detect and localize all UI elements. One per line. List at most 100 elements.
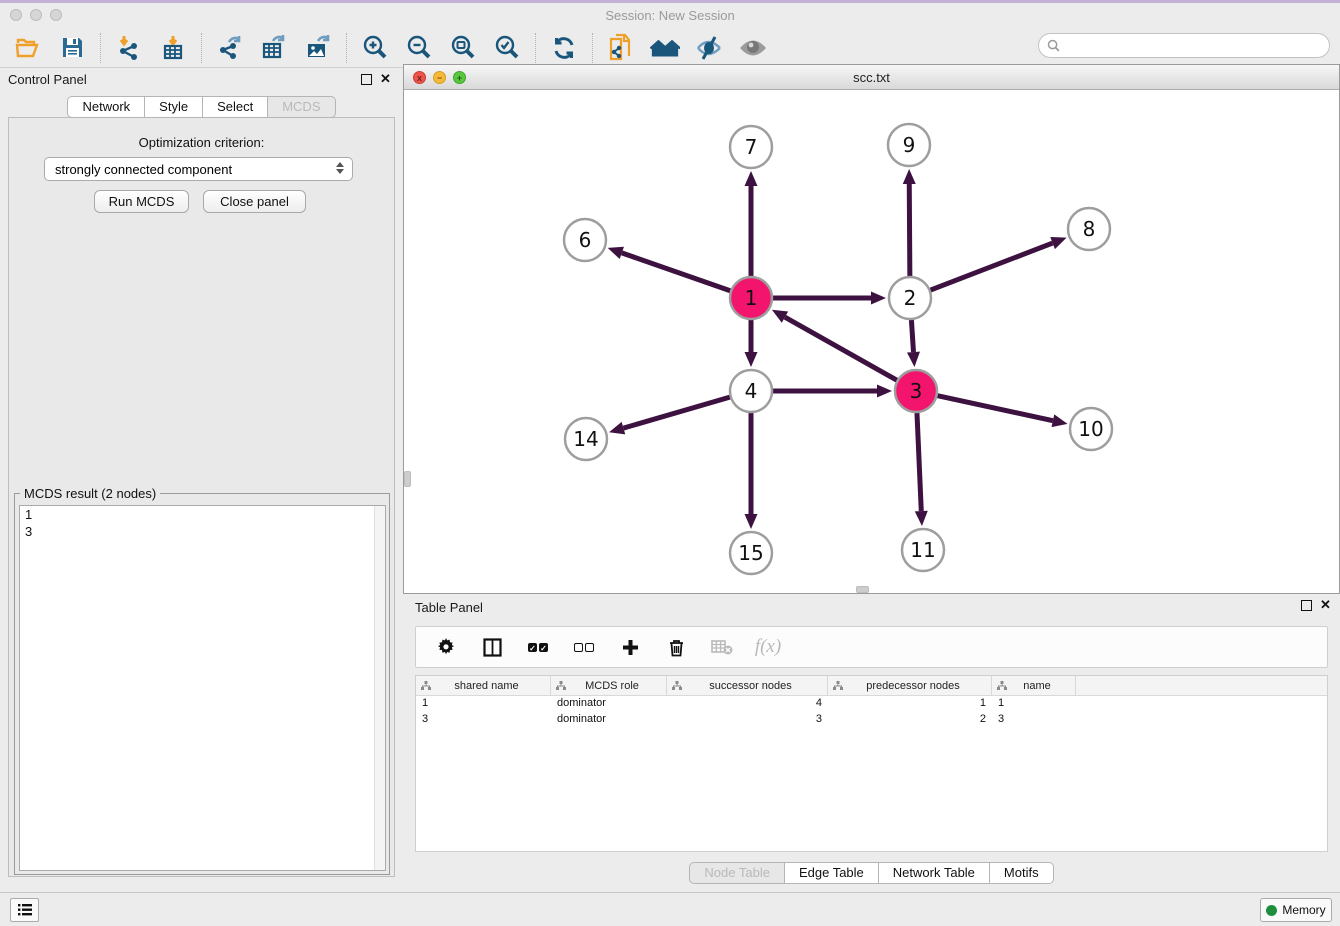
columns-icon: [483, 638, 502, 657]
graph-edge-2-3[interactable]: [911, 320, 913, 352]
unselect-all-columns-button[interactable]: [572, 635, 596, 659]
graph-edge-2-8[interactable]: [931, 243, 1053, 290]
open-session-button[interactable]: [13, 33, 43, 63]
graph-edge-3-1[interactable]: [785, 317, 897, 380]
zoom-selected-button[interactable]: [492, 33, 522, 63]
table-panel-tabs: Node TableEdge TableNetwork TableMotifs: [403, 862, 1340, 884]
column-header-shared-name[interactable]: shared name: [416, 676, 551, 695]
column-header-successor-nodes[interactable]: successor nodes: [667, 676, 828, 695]
memory-button[interactable]: Memory: [1260, 898, 1332, 922]
graph-node-label: 8: [1083, 217, 1096, 241]
save-session-button[interactable]: [57, 33, 87, 63]
column-type-icon: [556, 681, 566, 690]
table-cell[interactable]: 3: [667, 712, 828, 728]
show-graphics-button[interactable]: [738, 33, 768, 63]
import-table-button[interactable]: [158, 33, 188, 63]
column-header-name[interactable]: name: [992, 676, 1076, 695]
show-task-history-button[interactable]: [10, 898, 39, 922]
float-table-panel-button[interactable]: [1301, 600, 1312, 611]
tab-select[interactable]: Select: [203, 96, 268, 118]
graph-edge-1-6[interactable]: [622, 253, 730, 291]
tab-network[interactable]: Network: [67, 96, 145, 118]
table-cell[interactable]: 3: [992, 712, 1076, 728]
eye-icon: [738, 36, 768, 60]
column-type-icon: [997, 681, 1007, 690]
arrowhead-icon: [1052, 414, 1068, 427]
graph-edge-3-11[interactable]: [917, 413, 921, 511]
column-header-MCDS-role[interactable]: MCDS role: [551, 676, 667, 695]
mcds-result-line: 3: [20, 523, 385, 540]
table-cell[interactable]: 2: [828, 712, 992, 728]
show-column-panel-button[interactable]: [480, 635, 504, 659]
refresh-icon: [551, 35, 577, 61]
mcds-result-list[interactable]: 13: [19, 505, 386, 871]
tab-node-table[interactable]: Node Table: [689, 862, 785, 884]
table-row[interactable]: 3dominator323: [416, 712, 1327, 728]
table-cell[interactable]: dominator: [551, 712, 667, 728]
arrowhead-icon: [871, 292, 886, 305]
graph-node-label: 2: [904, 286, 917, 310]
graph-edge-2-9[interactable]: [909, 184, 910, 276]
table-cell[interactable]: 1: [992, 696, 1076, 712]
network-window-title: scc.txt: [404, 70, 1339, 85]
graph-edge-4-14[interactable]: [623, 397, 729, 428]
zoom-out-button[interactable]: [404, 33, 434, 63]
tab-network-table[interactable]: Network Table: [879, 862, 990, 884]
home-view-button[interactable]: [650, 33, 680, 63]
table-row[interactable]: 1dominator411: [416, 696, 1327, 712]
graph-edge-3-10[interactable]: [937, 396, 1052, 421]
import-network-icon: [116, 34, 143, 61]
network-window: x − + scc.txt 7968124314101511: [403, 64, 1340, 594]
hide-graphics-button[interactable]: [694, 33, 724, 63]
control-panel-title: Control Panel: [8, 72, 87, 87]
export-image-button[interactable]: [303, 33, 333, 63]
arrowhead-icon: [915, 511, 928, 526]
clone-network-button[interactable]: [606, 33, 636, 63]
tab-style[interactable]: Style: [145, 96, 203, 118]
column-type-icon: [672, 681, 682, 690]
close-table-panel-button[interactable]: ✕: [1320, 597, 1331, 613]
select-all-columns-button[interactable]: ✓ ✓: [526, 635, 550, 659]
tab-motifs[interactable]: Motifs: [990, 862, 1054, 884]
close-panel-button-mcds[interactable]: Close panel: [203, 190, 306, 213]
eye-slash-icon: [695, 35, 723, 61]
table-settings-button[interactable]: [434, 635, 458, 659]
toolbar-search[interactable]: [1038, 33, 1330, 58]
network-window-titlebar[interactable]: x − + scc.txt: [404, 65, 1339, 90]
graph-node-label: 7: [745, 135, 758, 159]
table-cell[interactable]: 1: [828, 696, 992, 712]
unchecked-box-icon: [574, 643, 583, 652]
graph-node-label: 6: [579, 228, 592, 252]
arrowhead-icon: [1050, 237, 1066, 249]
tab-edge-table[interactable]: Edge Table: [785, 862, 879, 884]
zoom-fit-button[interactable]: [448, 33, 478, 63]
create-column-button[interactable]: [618, 635, 642, 659]
zoom-in-button[interactable]: [360, 33, 390, 63]
import-network-button[interactable]: [114, 33, 144, 63]
result-scrollbar[interactable]: [374, 506, 385, 870]
tab-mcds[interactable]: MCDS: [268, 96, 335, 118]
export-table-button[interactable]: [259, 33, 289, 63]
arrowhead-icon: [745, 514, 758, 529]
task-list-icon: [17, 903, 33, 917]
apply-layout-button[interactable]: [549, 33, 579, 63]
close-panel-button[interactable]: ✕: [380, 71, 391, 87]
export-network-button[interactable]: [215, 33, 245, 63]
network-canvas[interactable]: 7968124314101511: [404, 90, 1339, 593]
table-cell[interactable]: dominator: [551, 696, 667, 712]
run-mcds-button[interactable]: Run MCDS: [94, 190, 189, 213]
table-cell[interactable]: 3: [416, 712, 551, 728]
table-cell[interactable]: 4: [667, 696, 828, 712]
search-input[interactable]: [1060, 39, 1310, 53]
window-title: Session: New Session: [0, 8, 1340, 23]
table-panel: Table Panel ✕ ✓ ✓ f(x) shared nameMCDS r: [403, 594, 1340, 892]
optimization-criterion-select[interactable]: strongly connected component: [44, 157, 353, 181]
float-panel-button[interactable]: [361, 74, 372, 85]
column-header-predecessor-nodes[interactable]: predecessor nodes: [828, 676, 992, 695]
node-table[interactable]: shared nameMCDS rolesuccessor nodesprede…: [415, 675, 1328, 852]
export-network-icon: [217, 34, 244, 61]
table-cell[interactable]: 1: [416, 696, 551, 712]
delete-column-button[interactable]: [664, 635, 688, 659]
open-folder-icon: [15, 35, 41, 61]
chevron-updown-icon: [336, 162, 344, 174]
